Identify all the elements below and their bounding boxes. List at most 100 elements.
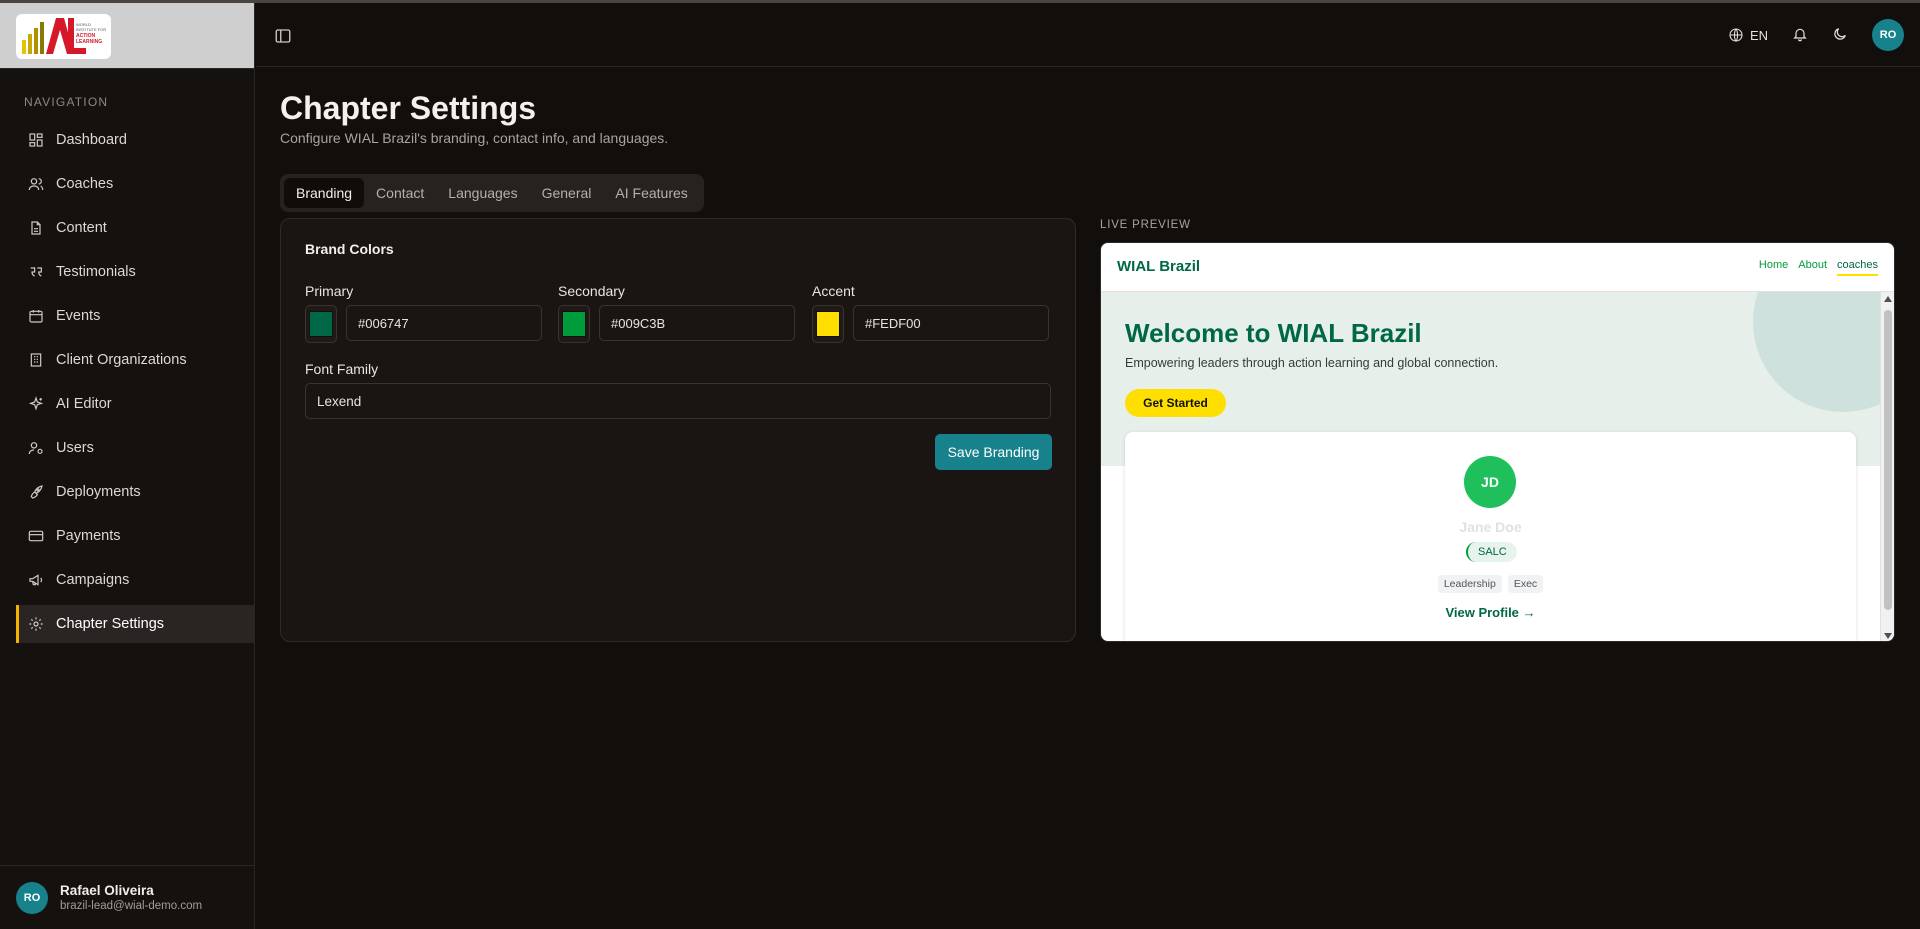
user-profile[interactable]: RO Rafael Oliveira brazil-lead@wial-demo… <box>0 865 255 929</box>
sparkles-icon <box>28 396 44 412</box>
header-avatar[interactable]: RO <box>1872 19 1904 51</box>
sidebar-item-users[interactable]: Users <box>16 429 255 467</box>
tab-contact[interactable]: Contact <box>364 178 436 208</box>
sidebar-item-campaigns[interactable]: Campaigns <box>16 561 255 599</box>
nav-heading: NAVIGATION <box>24 95 109 109</box>
settings-tabs: Branding Contact Languages General AI Fe… <box>280 174 704 212</box>
preview-nav-home[interactable]: Home <box>1759 259 1788 276</box>
sidebar-item-chapter-settings[interactable]: Chapter Settings <box>16 605 255 643</box>
globe-icon <box>1729 28 1743 42</box>
sidebar-item-label: Events <box>56 308 101 324</box>
scroll-up-icon[interactable] <box>1884 296 1892 302</box>
sidebar: WORLD INSTITUTE FOR ACTION LEARNING NAVI… <box>0 3 255 929</box>
accent-label: Accent <box>812 283 855 299</box>
tab-ai-features[interactable]: AI Features <box>603 178 699 208</box>
preview-coach-tags: Leadership Exec <box>1125 575 1856 593</box>
gear-icon <box>28 616 44 632</box>
quote-icon <box>28 264 44 280</box>
header-actions: EN RO <box>1728 19 1904 51</box>
font-family-label: Font Family <box>305 361 379 377</box>
svg-text:INSTITUTE FOR: INSTITUTE FOR <box>76 27 106 32</box>
sidebar-item-events[interactable]: Events <box>16 297 255 335</box>
tab-branding[interactable]: Branding <box>284 178 365 208</box>
sidebar-item-deployments[interactable]: Deployments <box>16 473 255 511</box>
live-preview-label: LIVE PREVIEW <box>1100 219 1191 231</box>
megaphone-icon <box>28 572 44 588</box>
preview-hero-subtitle: Empowering leaders through action learni… <box>1125 356 1499 370</box>
sidebar-item-label: Users <box>56 440 94 456</box>
preview-nav-about[interactable]: About <box>1798 259 1827 276</box>
moon-icon[interactable] <box>1832 26 1850 44</box>
language-switcher[interactable]: EN <box>1728 27 1768 43</box>
brand-colors-title: Brand Colors <box>305 241 394 257</box>
scroll-down-icon[interactable] <box>1884 633 1892 639</box>
sidebar-toggle-icon[interactable] <box>274 27 292 45</box>
sidebar-item-client-organizations[interactable]: Client Organizations <box>16 341 255 379</box>
accent-hex-input[interactable] <box>853 305 1049 341</box>
building-icon <box>28 352 44 368</box>
sidebar-item-coaches[interactable]: Coaches <box>16 165 255 203</box>
preview-coach-card: JD Jane Doe SALC Leadership Exec View Pr… <box>1125 432 1856 641</box>
secondary-swatch <box>562 311 586 337</box>
preview-brand: WIAL Brazil <box>1117 258 1201 275</box>
rocket-icon <box>28 484 44 500</box>
preview-view-profile-link[interactable]: View Profile → <box>1125 605 1856 620</box>
sidebar-item-label: Payments <box>56 528 121 544</box>
sidebar-item-payments[interactable]: Payments <box>16 517 255 555</box>
preview-tag: Leadership <box>1437 575 1502 593</box>
sidebar-item-label: Deployments <box>56 484 141 500</box>
user-info: Rafael Oliveira brazil-lead@wial-demo.co… <box>60 883 202 912</box>
branding-card: Brand Colors Primary Secondary Accent F <box>280 218 1076 642</box>
page-subtitle: Configure WIAL Brazil's branding, contac… <box>280 130 669 146</box>
calendar-icon <box>28 308 44 324</box>
page-title: Chapter Settings <box>280 90 537 126</box>
preview-coach-badge: SALC <box>1466 542 1517 562</box>
logo-area: WORLD INSTITUTE FOR ACTION LEARNING <box>0 3 254 69</box>
preview-tag: Exec <box>1507 575 1544 593</box>
tab-languages[interactable]: Languages <box>436 178 529 208</box>
dashboard-icon <box>28 132 44 148</box>
primary-color-group: Primary <box>305 283 543 343</box>
user-name: Rafael Oliveira <box>60 883 154 898</box>
font-family-group: Font Family <box>305 361 1051 419</box>
primary-label: Primary <box>305 283 354 299</box>
preview-navbar: WIAL Brazil Home About coaches <box>1101 243 1894 292</box>
users-icon <box>28 176 44 192</box>
sidebar-item-label: Dashboard <box>56 132 127 148</box>
scrollbar-thumb[interactable] <box>1884 310 1892 610</box>
sidebar-item-testimonials[interactable]: Testimonials <box>16 253 255 291</box>
tab-general[interactable]: General <box>530 178 604 208</box>
svg-text:LEARNING: LEARNING <box>76 39 102 45</box>
language-label: EN <box>1749 27 1768 43</box>
preview-get-started-button[interactable]: Get Started <box>1125 389 1226 417</box>
primary-color-picker[interactable] <box>305 305 337 343</box>
file-icon <box>28 220 44 236</box>
preview-nav-links: Home About coaches <box>1749 259 1878 276</box>
primary-hex-input[interactable] <box>346 305 542 341</box>
wial-logo[interactable]: WORLD INSTITUTE FOR ACTION LEARNING <box>16 14 111 59</box>
sidebar-item-label: Campaigns <box>56 572 130 588</box>
accent-swatch <box>816 311 840 337</box>
preview-scrollbar[interactable] <box>1880 292 1894 641</box>
credit-card-icon <box>28 528 44 544</box>
font-family-input[interactable] <box>305 383 1051 419</box>
live-preview: WIAL Brazil Home About coaches Welcome t… <box>1100 242 1895 642</box>
secondary-color-picker[interactable] <box>558 305 590 343</box>
accent-color-group: Accent <box>812 283 1050 343</box>
preview-coach-avatar: JD <box>1464 456 1516 508</box>
sidebar-item-label: Testimonials <box>56 264 136 280</box>
top-header: EN RO <box>256 3 1920 67</box>
sidebar-nav: Dashboard Coaches Content Testimonials E… <box>16 121 255 649</box>
sidebar-item-content[interactable]: Content <box>16 209 255 247</box>
user-cog-icon <box>28 440 44 456</box>
sidebar-item-label: Chapter Settings <box>56 616 165 632</box>
sidebar-item-ai-editor[interactable]: AI Editor <box>16 385 255 423</box>
accent-color-picker[interactable] <box>812 305 844 343</box>
sidebar-item-dashboard[interactable]: Dashboard <box>16 121 255 159</box>
sidebar-item-label: Coaches <box>56 176 114 192</box>
preview-nav-coaches[interactable]: coaches <box>1837 259 1878 276</box>
save-branding-button[interactable]: Save Branding <box>935 434 1052 470</box>
bell-icon[interactable] <box>1792 26 1810 44</box>
sidebar-item-label: Client Organizations <box>56 352 187 368</box>
secondary-hex-input[interactable] <box>599 305 795 341</box>
